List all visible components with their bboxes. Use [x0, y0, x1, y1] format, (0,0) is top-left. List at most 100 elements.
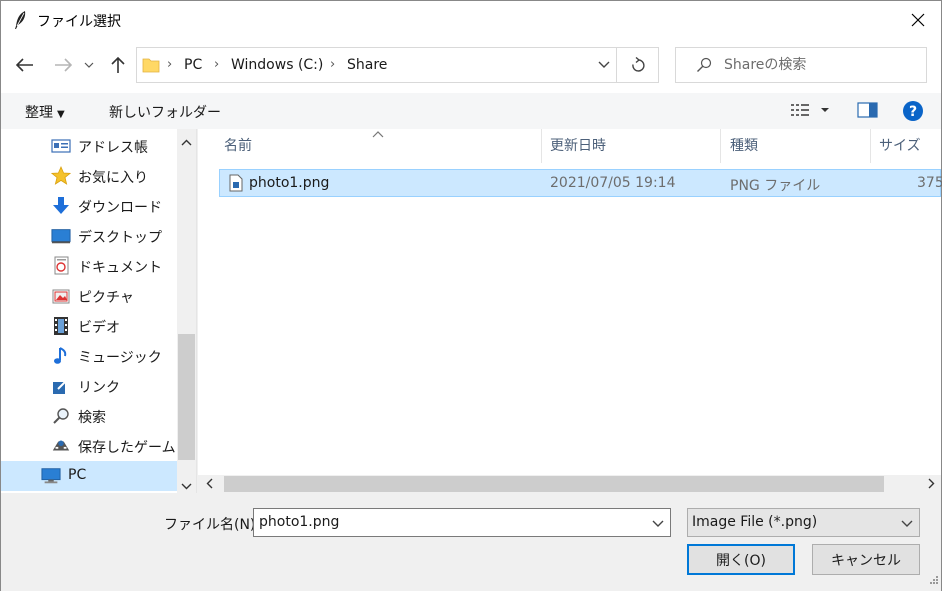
- view-details-icon: [791, 104, 829, 116]
- filename-combobox[interactable]: photo1.png: [253, 508, 671, 537]
- scrollbar-thumb[interactable]: [224, 476, 884, 492]
- column-header-modified[interactable]: 更新日時: [550, 135, 606, 155]
- breadcrumb-separator: ›: [330, 57, 336, 72]
- sidebar-item-label: ダウンロード: [78, 200, 162, 216]
- svg-text:?: ?: [909, 104, 917, 120]
- breadcrumb-separator: ›: [214, 57, 220, 72]
- title-bar: ファイル選択: [1, 1, 941, 39]
- close-button[interactable]: [895, 1, 941, 39]
- sidebar-item-label: デスクトップ: [78, 230, 162, 246]
- file-modified: 2021/07/05 19:14: [550, 175, 676, 191]
- file-name: photo1.png: [249, 175, 330, 191]
- view-options-button[interactable]: [790, 101, 832, 123]
- organize-menu[interactable]: 整理 ▼: [25, 102, 65, 122]
- filetype-select[interactable]: Image File (*.png): [687, 508, 920, 537]
- help-button[interactable]: ?: [902, 100, 924, 126]
- music-icon: [51, 347, 71, 365]
- file-size: 375: [917, 175, 942, 191]
- back-button[interactable]: [13, 53, 37, 77]
- scroll-left-icon[interactable]: [206, 478, 213, 493]
- sidebar-item-favorites[interactable]: お気に入り: [1, 161, 177, 191]
- window-title: ファイル選択: [37, 14, 121, 30]
- sidebar-item-label: ドキュメント: [78, 260, 162, 276]
- sidebar-item-pc[interactable]: PC: [1, 461, 177, 491]
- games-icon: [51, 437, 71, 455]
- column-header-type[interactable]: 種類: [730, 135, 758, 155]
- search-input[interactable]: [724, 55, 914, 75]
- arrow-up-icon: [111, 56, 125, 73]
- refresh-button[interactable]: [616, 48, 658, 82]
- pictures-icon: [51, 287, 71, 305]
- filename-input[interactable]: photo1.png: [259, 514, 339, 530]
- desktop-icon: [51, 227, 71, 245]
- sidebar-item-label: 保存したゲーム: [78, 440, 176, 456]
- sidebar-item-pictures[interactable]: ピクチャ: [1, 281, 177, 311]
- file-row[interactable]: photo1.png 2021/07/05 19:14 PNG ファイル 375: [219, 169, 942, 197]
- documents-icon: [51, 256, 71, 275]
- organize-label: 整理: [25, 105, 53, 121]
- sidebar-item-label: 検索: [78, 410, 106, 426]
- address-dropdown-button[interactable]: [598, 58, 610, 73]
- sidebar-item-music[interactable]: ミュージック: [1, 341, 177, 371]
- scroll-down-icon[interactable]: [181, 479, 192, 494]
- resize-grip-icon[interactable]: [929, 574, 939, 589]
- navigation-pane: アドレス帳 お気に入り ダウンロード デスクトップ ドキュメント ピクチャ ビデ…: [1, 129, 197, 493]
- arrow-right-icon: [55, 58, 72, 72]
- image-file-icon: [229, 174, 243, 196]
- star-icon: [51, 166, 71, 185]
- help-icon: ?: [903, 101, 923, 121]
- scroll-right-icon[interactable]: [928, 478, 935, 493]
- computer-icon: [41, 467, 61, 485]
- sidebar-item-label: リンク: [78, 380, 120, 396]
- dialog-footer: ファイル名(N): photo1.png Image File (*.png) …: [1, 493, 941, 591]
- refresh-icon: [631, 57, 645, 72]
- forward-button[interactable]: [51, 53, 75, 77]
- breadcrumb-share[interactable]: Share: [347, 57, 387, 73]
- sidebar-item-downloads[interactable]: ダウンロード: [1, 191, 177, 221]
- sidebar-item-documents[interactable]: ドキュメント: [1, 251, 177, 281]
- command-bar: 整理 ▼ 新しいフォルダー ?: [1, 93, 941, 129]
- file-list-hscrollbar[interactable]: [198, 475, 941, 493]
- close-icon: [911, 13, 925, 27]
- preview-pane-icon: [857, 102, 878, 118]
- column-header-name[interactable]: 名前: [224, 135, 252, 155]
- column-divider[interactable]: [541, 129, 542, 163]
- filename-label: ファイル名(N):: [164, 517, 261, 533]
- address-bar[interactable]: › PC › Windows (C:) › Share: [136, 47, 659, 83]
- sidebar-item-label: PC: [68, 467, 87, 483]
- sidebar-scrollbar[interactable]: [177, 129, 196, 493]
- sidebar-item-contacts[interactable]: アドレス帳: [1, 131, 177, 161]
- column-header-size[interactable]: サイズ: [879, 135, 921, 155]
- feather-icon: [13, 10, 29, 30]
- scroll-up-icon[interactable]: [181, 135, 192, 150]
- sidebar-item-saved-games[interactable]: 保存したゲーム: [1, 431, 177, 461]
- scrollbar-thumb[interactable]: [178, 334, 195, 460]
- arrow-left-icon: [16, 58, 33, 72]
- navigation-bar: › PC › Windows (C:) › Share: [1, 39, 941, 93]
- download-icon: [51, 197, 71, 215]
- sidebar-item-label: アドレス帳: [78, 140, 148, 156]
- sidebar-item-label: ミュージック: [78, 350, 162, 366]
- video-icon: [51, 317, 71, 335]
- sidebar-item-label: ビデオ: [78, 320, 120, 336]
- sidebar-item-links[interactable]: リンク: [1, 371, 177, 401]
- sidebar-item-desktop[interactable]: デスクトップ: [1, 221, 177, 251]
- sidebar-item-videos[interactable]: ビデオ: [1, 311, 177, 341]
- sidebar-item-label: お気に入り: [78, 170, 148, 186]
- open-button[interactable]: 開く(O): [687, 544, 795, 575]
- breadcrumb-pc[interactable]: PC: [184, 57, 202, 73]
- column-divider[interactable]: [720, 129, 721, 163]
- cancel-button[interactable]: キャンセル: [812, 544, 920, 575]
- breadcrumb-drive[interactable]: Windows (C:): [231, 57, 323, 73]
- chevron-down-icon[interactable]: [652, 517, 664, 532]
- search-box[interactable]: [675, 47, 927, 83]
- file-type: PNG ファイル: [730, 178, 821, 194]
- sidebar-item-searches[interactable]: 検索: [1, 401, 177, 431]
- preview-pane-button[interactable]: [857, 101, 879, 123]
- column-divider[interactable]: [870, 129, 871, 163]
- up-button[interactable]: [106, 53, 130, 77]
- new-folder-button[interactable]: 新しいフォルダー: [109, 102, 221, 122]
- recent-locations-button[interactable]: [81, 53, 97, 77]
- chevron-down-icon: [598, 61, 610, 68]
- file-list: 名前 更新日時 種類 サイズ photo1.png 2021/07/05 19:…: [198, 129, 942, 493]
